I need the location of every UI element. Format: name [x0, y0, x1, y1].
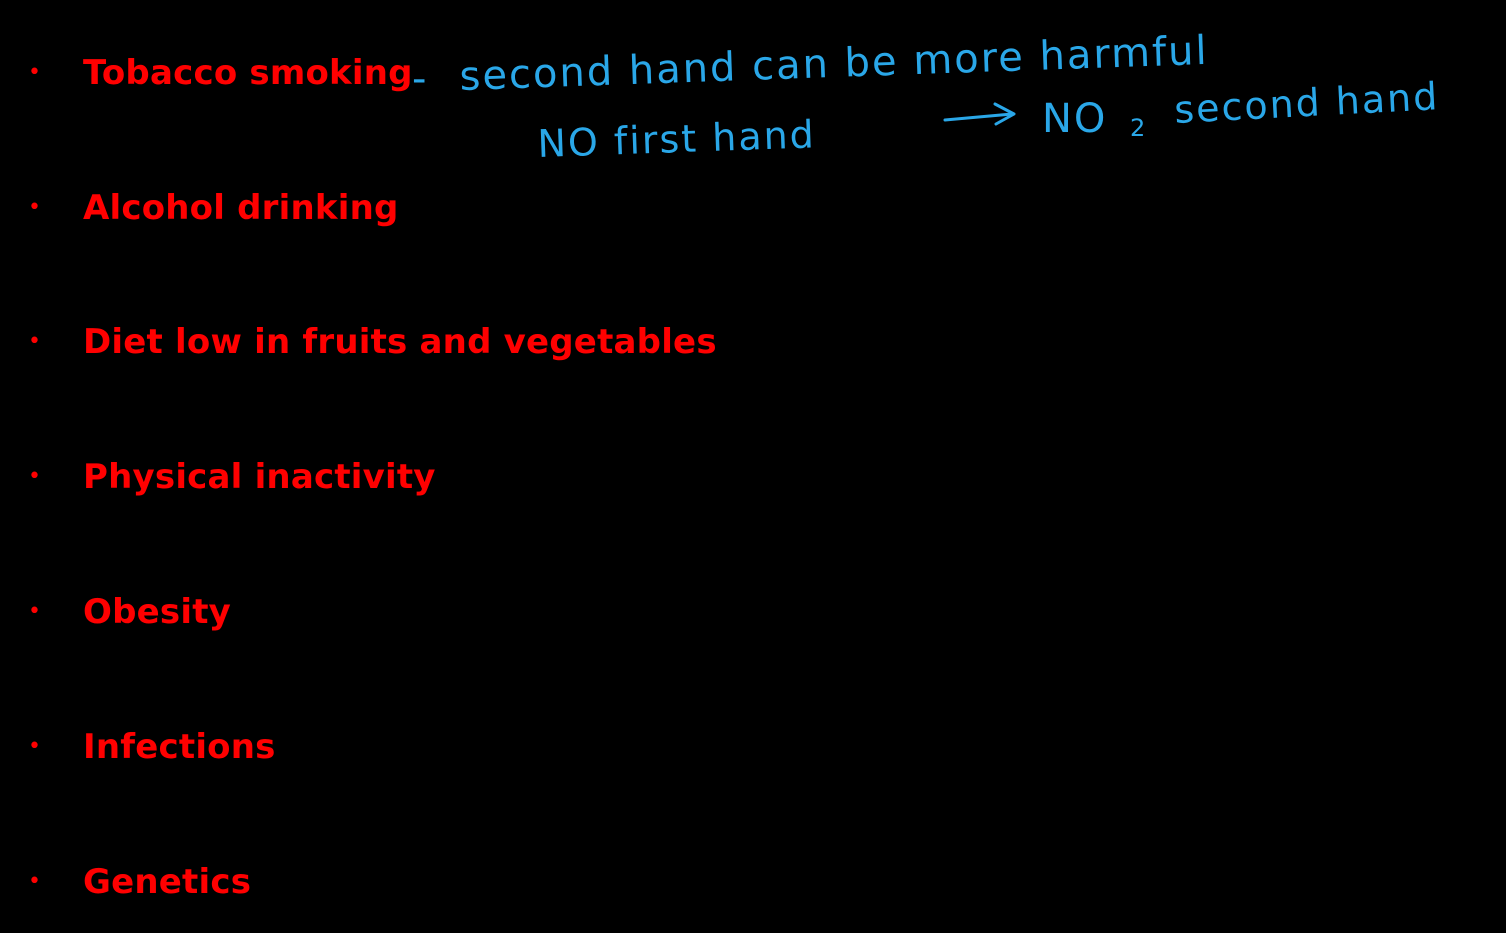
risk-factor-list: • Tobacco smoking • Alcohol drinking • D…	[0, 0, 1506, 933]
list-item: • Diet low in fruits and vegetables	[28, 317, 717, 367]
list-item: • Infections	[28, 722, 276, 772]
list-item: • Tobacco smoking	[28, 48, 413, 98]
bullet-text: Tobacco smoking	[83, 53, 413, 93]
bullet-dot-icon: •	[28, 60, 41, 85]
bullet-text: Alcohol drinking	[83, 188, 399, 228]
slide-page: • Tobacco smoking • Alcohol drinking • D…	[0, 0, 1506, 933]
bullet-dot-icon: •	[28, 869, 41, 894]
bullet-text: Obesity	[83, 592, 232, 632]
bullet-dot-icon: •	[28, 734, 41, 759]
bullet-text: Infections	[83, 727, 276, 767]
bullet-dot-icon: •	[28, 599, 41, 624]
bullet-dot-icon: •	[28, 464, 41, 489]
bullet-text: Diet low in fruits and vegetables	[83, 322, 717, 362]
list-item: • Genetics	[28, 857, 251, 907]
list-item: • Alcohol drinking	[28, 183, 399, 233]
bullet-dot-icon: •	[28, 329, 41, 354]
bullet-dot-icon: •	[28, 195, 41, 220]
bullet-text: Genetics	[83, 862, 252, 902]
list-item: • Physical inactivity	[28, 452, 436, 502]
list-item: • Obesity	[28, 587, 231, 637]
bullet-text: Physical inactivity	[83, 457, 436, 497]
